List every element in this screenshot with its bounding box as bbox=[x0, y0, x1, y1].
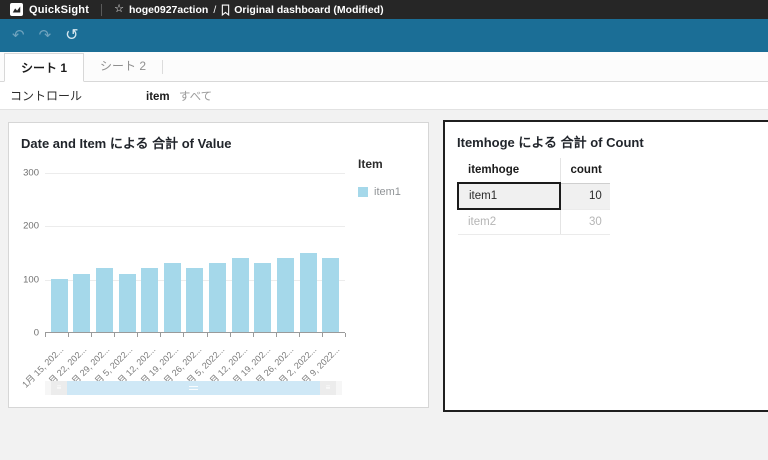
x-tick bbox=[275, 333, 277, 337]
edit-toolbar: ↶ ↷ ↺ bbox=[0, 19, 768, 52]
tab-divider bbox=[162, 60, 164, 74]
bar-3月 12, 202...[interactable] bbox=[231, 257, 249, 332]
chart-date-range-scrollbar[interactable]: ≡ ≡ bbox=[45, 381, 342, 395]
undo-icon[interactable]: ↶ bbox=[12, 28, 25, 43]
topbar-divider bbox=[101, 3, 103, 16]
x-tick bbox=[114, 333, 116, 337]
legend-title: Item bbox=[358, 157, 383, 171]
chart-title: Date and Item による 合計 of Value bbox=[21, 136, 232, 151]
bar-3月 19, 202...[interactable] bbox=[254, 263, 272, 332]
bar-chart-visual[interactable]: Date and Item による 合計 of Value Item item1… bbox=[8, 122, 429, 408]
table-row-item2[interactable]: item2 30 bbox=[458, 209, 610, 235]
x-tick bbox=[345, 333, 346, 337]
bar-2月 12, 202...[interactable] bbox=[141, 268, 159, 332]
cell-count[interactable]: 10 bbox=[559, 183, 610, 210]
filter-value[interactable]: すべて bbox=[179, 91, 212, 103]
bar-1月 22, 202...[interactable] bbox=[73, 273, 91, 332]
redo-icon[interactable]: ↷ bbox=[39, 28, 52, 43]
column-header-count[interactable]: count bbox=[559, 158, 610, 184]
bar-1月 15, 202...[interactable] bbox=[50, 279, 68, 332]
x-tick bbox=[137, 333, 139, 337]
chart-plot-area[interactable]: 300 200 100 0 1月 15, 202... 1月 22, 202... 1月 2… bbox=[20, 168, 346, 390]
breadcrumb-analysis-name[interactable]: hoge0927action bbox=[129, 4, 208, 16]
tab-sheet-1[interactable]: シート 1 bbox=[4, 53, 85, 82]
x-tick bbox=[298, 333, 300, 337]
dashboard-canvas: Date and Item による 合計 of Value Item item1… bbox=[0, 110, 768, 460]
table-row-item1[interactable]: item1 10 bbox=[457, 182, 610, 210]
legend-swatch-item1 bbox=[358, 187, 368, 197]
tab-sheet-2[interactable]: シート 2 bbox=[84, 52, 162, 81]
y-tick-label-0: 0 bbox=[33, 327, 39, 339]
x-tick bbox=[68, 333, 70, 337]
y-tick-label-100: 100 bbox=[23, 274, 39, 286]
bar-1月 29, 202...[interactable] bbox=[95, 268, 113, 332]
favorite-star-icon[interactable]: ☆ bbox=[114, 4, 124, 15]
cell-itemhoge[interactable]: item2 bbox=[458, 209, 560, 235]
y-tick-label-300: 300 bbox=[23, 167, 39, 179]
bar-group bbox=[45, 173, 345, 332]
scrollbar-left-handle[interactable]: ≡ bbox=[51, 381, 67, 395]
filter-name[interactable]: item bbox=[146, 91, 170, 103]
table-title: Itemhoge による 合計 of Count bbox=[457, 135, 644, 150]
x-axis-line bbox=[45, 332, 345, 333]
bar-2月 5, 2022...[interactable] bbox=[118, 273, 136, 332]
column-header-itemhoge[interactable]: itemhoge bbox=[458, 158, 560, 184]
x-tick bbox=[91, 333, 93, 337]
itemhoge-count-table: itemhoge count item1 10 item2 30 bbox=[457, 158, 610, 235]
quicksight-logo-icon[interactable] bbox=[10, 3, 23, 16]
scrollbar-track bbox=[336, 381, 342, 395]
x-tick bbox=[321, 333, 323, 337]
bar-2月 26, 202...[interactable] bbox=[186, 268, 204, 332]
legend-item[interactable]: item1 bbox=[358, 186, 401, 198]
legend-label: item1 bbox=[374, 186, 401, 198]
x-tick bbox=[183, 333, 185, 337]
controls-title: コントロール bbox=[10, 89, 83, 103]
cell-itemhoge[interactable]: item1 bbox=[457, 182, 561, 210]
y-tick-label-200: 200 bbox=[23, 220, 39, 232]
bookmark-icon[interactable] bbox=[221, 4, 230, 16]
table-visual[interactable]: Itemhoge による 合計 of Count itemhoge count … bbox=[443, 120, 768, 412]
sheet-tab-bar: シート 1 シート 2 bbox=[0, 52, 768, 82]
x-tick bbox=[206, 333, 208, 337]
controls-bar: コントロール item すべて bbox=[0, 82, 768, 110]
bar-3月 5, 2022...[interactable] bbox=[209, 263, 227, 332]
bar-4月 9, 2022...[interactable] bbox=[322, 257, 340, 332]
item-filter-control[interactable]: item すべて bbox=[146, 88, 212, 104]
bar-2月 19, 202...[interactable] bbox=[163, 263, 181, 332]
x-tick bbox=[45, 333, 46, 337]
scrollbar-right-handle[interactable]: ≡ bbox=[320, 381, 336, 395]
breadcrumb-dashboard-name[interactable]: Original dashboard (Modified) bbox=[234, 4, 383, 16]
table-header-row: itemhoge count bbox=[458, 158, 610, 184]
refresh-icon[interactable]: ↺ bbox=[65, 27, 78, 44]
x-tick bbox=[252, 333, 254, 337]
cell-count[interactable]: 30 bbox=[559, 209, 610, 235]
x-tick bbox=[160, 333, 162, 337]
brand-name[interactable]: QuickSight bbox=[29, 4, 89, 16]
bar-4月 2, 2022...[interactable] bbox=[299, 252, 317, 332]
scrollbar-thumb[interactable] bbox=[67, 381, 320, 395]
x-tick bbox=[229, 333, 231, 337]
top-app-bar: QuickSight ☆ hoge0927action / Original d… bbox=[0, 0, 768, 19]
bar-3月 26, 202...[interactable] bbox=[277, 257, 295, 332]
breadcrumb-separator: / bbox=[213, 3, 217, 16]
